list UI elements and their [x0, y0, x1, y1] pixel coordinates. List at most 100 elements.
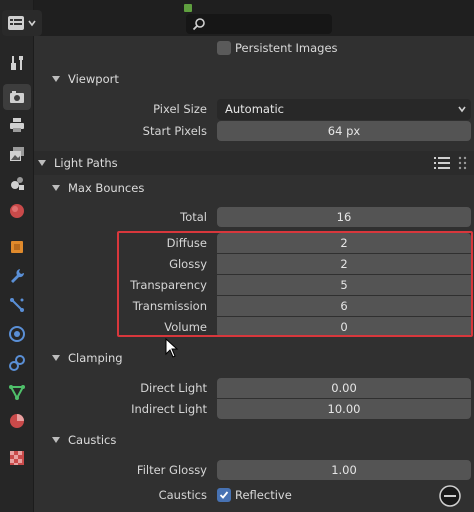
physics-icon	[9, 326, 25, 342]
tool-tab[interactable]	[3, 50, 31, 76]
glossy-label: Glossy	[169, 257, 207, 271]
viewport-subpanel-header[interactable]: Viewport	[34, 67, 474, 91]
diffuse-bounces-field[interactable]: 2	[217, 233, 471, 253]
wrench-icon	[11, 269, 25, 283]
checkmark-icon	[219, 491, 229, 499]
material-tab[interactable]	[3, 408, 31, 434]
light-paths-title: Light Paths	[54, 156, 118, 170]
constraint-icon	[9, 355, 25, 371]
expand-caret-icon	[52, 437, 60, 443]
transparency-bounces-field[interactable]: 5	[217, 275, 471, 295]
particles-tab[interactable]	[3, 292, 31, 318]
scene-icon	[11, 177, 24, 190]
status-indicator	[184, 4, 192, 12]
world-tab[interactable]	[3, 198, 31, 224]
constraints-tab[interactable]	[3, 350, 31, 376]
max-bounces-title: Max Bounces	[68, 181, 145, 195]
volume-bounces-row: Volume 0	[34, 316, 474, 338]
glossy-bounces-row: Glossy 2	[34, 253, 474, 275]
navigation-gizmo-icon[interactable]	[438, 484, 462, 508]
max-bounces-subpanel-header[interactable]: Max Bounces	[34, 176, 474, 200]
transmission-value: 6	[340, 299, 348, 313]
render-icon	[10, 91, 24, 103]
output-tab[interactable]	[3, 112, 31, 138]
transparency-value: 5	[340, 278, 348, 292]
pixel-size-label: Pixel Size	[153, 102, 207, 116]
presets-list-icon[interactable]	[434, 156, 450, 170]
material-icon	[10, 414, 24, 428]
start-pixels-field[interactable]: 64 px	[217, 121, 471, 141]
tool-icon	[11, 56, 23, 70]
expand-caret-icon	[38, 160, 46, 166]
total-label: Total	[180, 210, 207, 224]
data-tab[interactable]	[3, 379, 31, 405]
persistent-images-label: Persistent Images	[235, 41, 338, 55]
direct-light-row: Direct Light 0.00	[34, 377, 474, 399]
editor-type-dropdown[interactable]	[2, 10, 42, 36]
caustics-title: Caustics	[68, 433, 117, 447]
diffuse-label: Diffuse	[166, 236, 207, 250]
glossy-value: 2	[340, 257, 348, 271]
volume-value: 0	[340, 320, 348, 334]
chevron-down-icon	[28, 20, 36, 27]
clamping-title: Clamping	[68, 351, 123, 365]
total-value: 16	[336, 210, 352, 224]
modifier-tab[interactable]	[3, 263, 31, 289]
direct-light-value: 0.00	[331, 381, 357, 395]
transmission-bounces-row: Transmission 6	[34, 295, 474, 317]
physics-tab[interactable]	[3, 321, 31, 347]
diffuse-value: 2	[340, 236, 348, 250]
texture-tab[interactable]	[3, 445, 31, 471]
search-icon	[192, 18, 205, 31]
indirect-light-value: 10.00	[327, 402, 361, 416]
diffuse-bounces-row: Diffuse 2	[34, 232, 474, 254]
start-pixels-row: Start Pixels 64 px	[34, 120, 474, 142]
render-properties-panel: Persistent Images Viewport Pixel Size Au…	[34, 36, 474, 512]
persistent-images-checkbox[interactable]	[217, 41, 231, 55]
reflective-label: Reflective	[235, 488, 292, 502]
transparency-bounces-row: Transparency 5	[34, 274, 474, 296]
expand-caret-icon	[52, 185, 60, 191]
properties-header	[34, 0, 474, 36]
caustics-reflective-row: Caustics Reflective	[34, 484, 474, 506]
pixel-size-value: Automatic	[225, 102, 284, 116]
glossy-bounces-field[interactable]: 2	[217, 254, 471, 274]
caustics-subpanel-header[interactable]: Caustics	[34, 428, 474, 452]
filter-glossy-field[interactable]: 1.00	[217, 460, 471, 480]
image-stack-icon	[10, 147, 24, 161]
world-icon	[10, 204, 24, 218]
filter-glossy-label: Filter Glossy	[136, 463, 207, 477]
object-icon	[11, 241, 23, 253]
light-paths-panel-header[interactable]: Light Paths	[34, 151, 474, 175]
transmission-bounces-field[interactable]: 6	[217, 296, 471, 316]
indirect-light-field[interactable]: 10.00	[217, 399, 471, 419]
total-bounces-field[interactable]: 16	[217, 207, 471, 227]
start-pixels-label: Start Pixels	[142, 124, 207, 138]
pixel-size-row: Pixel Size Automatic	[34, 98, 474, 120]
direct-light-label: Direct Light	[140, 381, 207, 395]
persistent-images-row[interactable]: Persistent Images	[34, 37, 474, 59]
volume-label: Volume	[164, 320, 207, 334]
clamping-subpanel-header[interactable]: Clamping	[34, 346, 474, 370]
reflective-checkbox[interactable]	[217, 488, 231, 502]
chevron-down-icon	[458, 106, 466, 113]
indirect-light-label: Indirect Light	[131, 402, 207, 416]
search-field[interactable]	[186, 14, 332, 34]
particles-icon	[10, 298, 24, 312]
pixel-size-dropdown[interactable]: Automatic	[217, 98, 471, 120]
object-tab[interactable]	[3, 234, 31, 260]
filter-glossy-row: Filter Glossy 1.00	[34, 459, 474, 481]
mesh-data-icon	[9, 385, 25, 401]
render-tab[interactable]	[3, 84, 31, 110]
expand-caret-icon	[52, 76, 60, 82]
transmission-label: Transmission	[132, 299, 207, 313]
direct-light-field[interactable]: 0.00	[217, 378, 471, 398]
volume-bounces-field[interactable]: 0	[217, 317, 471, 337]
properties-editor-icon	[8, 16, 24, 30]
total-bounces-row: Total 16	[34, 206, 474, 228]
drag-handle-icon[interactable]	[458, 156, 468, 170]
scene-tab[interactable]	[3, 170, 31, 196]
view-layer-tab[interactable]	[3, 141, 31, 167]
filter-glossy-value: 1.00	[331, 463, 357, 477]
expand-caret-icon	[52, 355, 60, 361]
